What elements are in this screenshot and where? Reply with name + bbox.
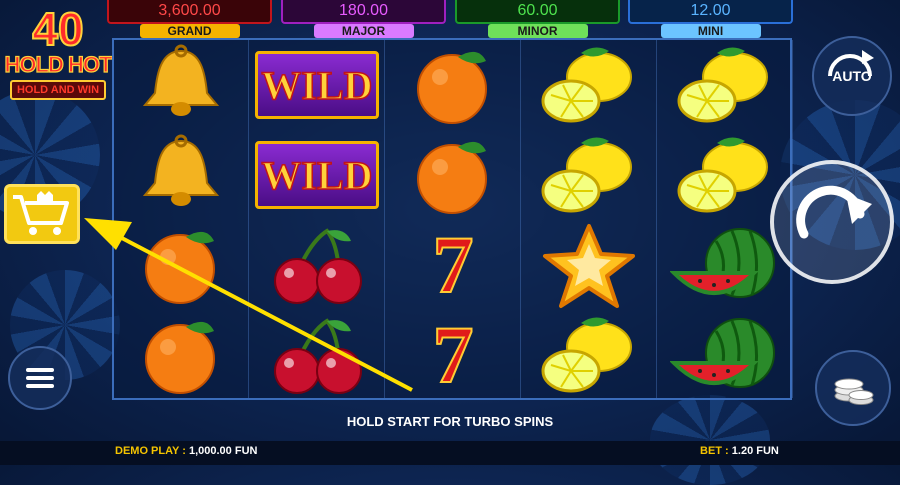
bell-icon (142, 44, 220, 116)
reel-column (114, 40, 249, 398)
symbol-seven: 7 (386, 310, 520, 400)
symbol-lemon (522, 40, 656, 130)
orange-icon (145, 231, 215, 304)
lemon-icon (541, 317, 632, 393)
bet-label: BET : (700, 445, 729, 457)
lemon-icon (677, 47, 768, 123)
symbol-star (522, 220, 656, 310)
wild-label: WILD (261, 62, 374, 109)
seven-label: 7 (432, 309, 475, 400)
spin-button[interactable] (770, 160, 894, 284)
wild-symbol: WILD (255, 51, 379, 119)
autoplay-label: AUTO (832, 68, 872, 84)
symbol-wild: WILD (250, 130, 384, 220)
bell-icon (142, 134, 220, 206)
reel-column: 77 (386, 40, 521, 398)
jackpot-value: 60.00 (455, 0, 620, 24)
jackpot-label: MINOR (487, 24, 588, 38)
logo-subtitle: HOLD AND WIN (9, 80, 107, 100)
wild-symbol: WILD (255, 141, 379, 209)
symbol-lemon (658, 40, 792, 130)
symbol-orange (386, 40, 520, 130)
cherries-icon (274, 318, 362, 394)
lemon-icon (541, 47, 632, 123)
reel-column: WILD WILD (250, 40, 385, 398)
autoplay-button[interactable]: AUTO (812, 36, 892, 116)
buy-feature-button[interactable] (4, 184, 80, 244)
jackpot-mini: 12.00 MINI (628, 0, 793, 38)
menu-button[interactable] (8, 346, 72, 410)
lemon-icon (541, 137, 632, 213)
reel-column (522, 40, 657, 398)
symbol-watermelon (658, 310, 792, 400)
jackpot-value: 12.00 (628, 0, 793, 24)
symbol-orange (114, 310, 248, 400)
jackpot-label: MINI (660, 24, 761, 38)
symbol-bell (114, 40, 248, 130)
orange-icon (417, 141, 487, 214)
jackpot-grand: 3,600.00 GRAND (107, 0, 272, 38)
reel-grid: WILD WILD 7 7 (112, 38, 793, 400)
symbol-bell (114, 130, 248, 220)
turbo-spin-hint: HOLD START FOR TURBO SPINS (346, 414, 554, 429)
symbol-cherries (250, 310, 384, 400)
spin-arrow-icon (796, 185, 872, 239)
demo-value: 1,000.00 FUN (188, 445, 258, 457)
game-logo: 40 HOLD HOT HOLD AND WIN (2, 3, 114, 124)
lemon-icon (677, 137, 768, 213)
jackpot-value: 180.00 (281, 0, 446, 24)
watermelon-icon (670, 228, 775, 298)
logo-title: HOLD HOT (4, 51, 113, 77)
demo-balance: DEMO PLAY : 1,000.00 FUN (115, 445, 257, 457)
symbol-orange (114, 220, 248, 310)
symbol-seven: 7 (386, 220, 520, 310)
demo-label: DEMO PLAY : (115, 445, 186, 457)
shopping-cart-icon (13, 191, 69, 235)
jackpot-label: GRAND (139, 24, 240, 38)
wild-label: WILD (261, 152, 374, 199)
star-icon (543, 224, 635, 308)
symbol-cherries (250, 220, 384, 310)
symbol-lemon (522, 310, 656, 400)
logo-number: 40 (31, 3, 84, 55)
cherries-icon (274, 228, 362, 304)
background-chip (650, 395, 770, 485)
symbol-orange (386, 130, 520, 220)
bet-value: 1.20 FUN (731, 445, 779, 457)
orange-icon (145, 321, 215, 394)
bet-amount: BET : 1.20 FUN (700, 445, 779, 457)
jackpot-label: MAJOR (313, 24, 414, 38)
jackpot-major: 180.00 MAJOR (281, 0, 446, 38)
jackpot-minor: 60.00 MINOR (455, 0, 620, 38)
orange-icon (417, 51, 487, 124)
watermelon-icon (670, 318, 775, 388)
jackpot-value: 3,600.00 (107, 0, 272, 24)
seven-label: 7 (432, 219, 475, 310)
symbol-lemon (522, 130, 656, 220)
symbol-wild: WILD (250, 40, 384, 130)
